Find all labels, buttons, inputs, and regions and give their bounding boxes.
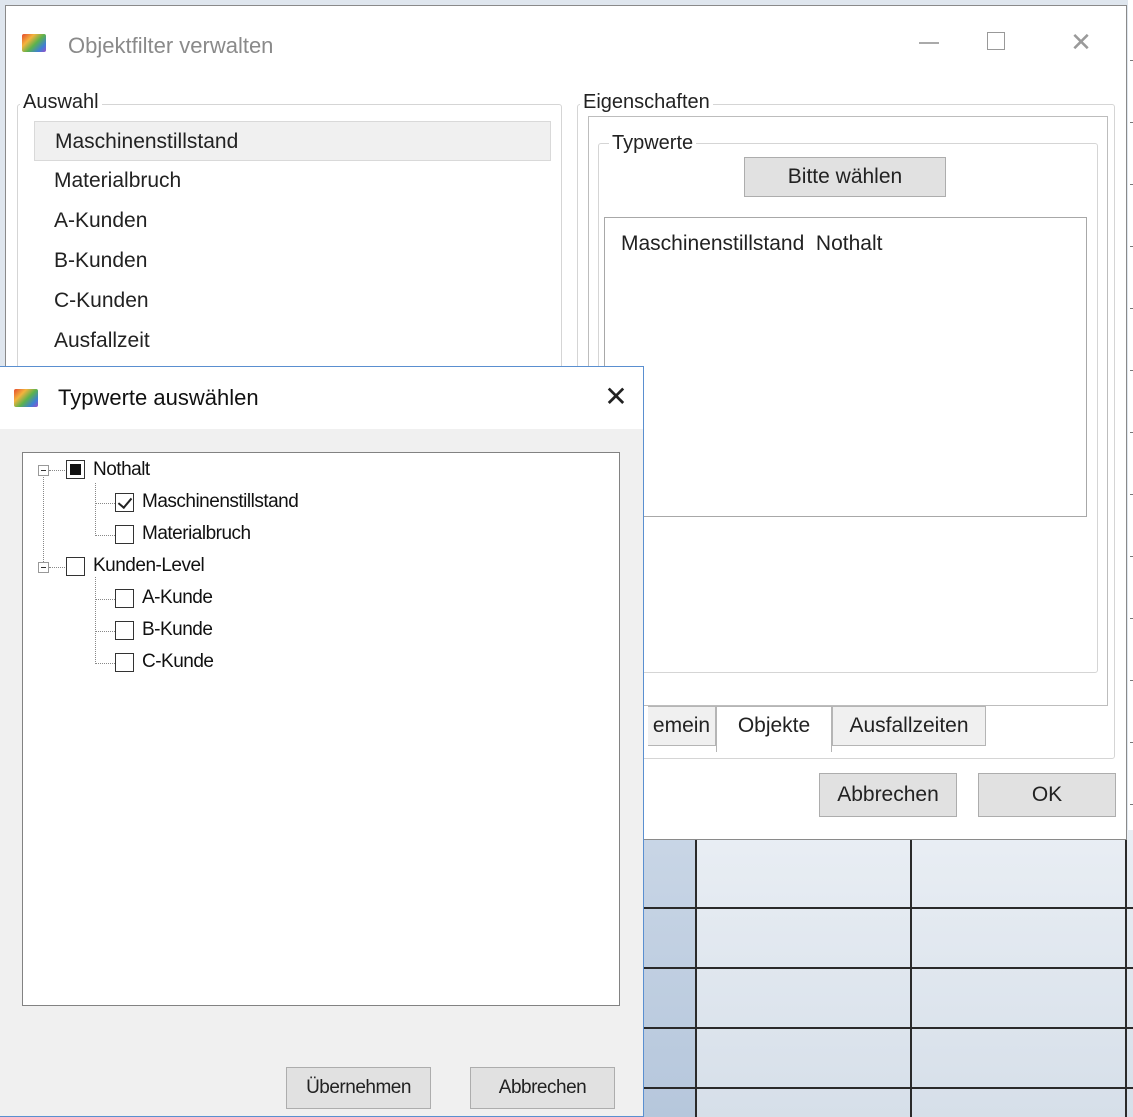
tree-connector (95, 577, 96, 662)
list-item[interactable]: Materialbruch (34, 161, 551, 201)
tree-node-materialbruch[interactable]: Materialbruch (142, 519, 251, 549)
grid-line (910, 830, 912, 1117)
tab-ausfallzeiten[interactable]: Ausfallzeiten (832, 706, 986, 746)
tree-connector (95, 535, 115, 536)
collapse-icon[interactable] (38, 465, 49, 476)
minimize-button[interactable] (904, 22, 954, 62)
ok-button[interactable]: OK (978, 773, 1116, 817)
typwerte-tree[interactable]: Nothalt Maschinenstillstand Materialbruc… (22, 452, 620, 1006)
tree-node-a-kunde[interactable]: A-Kunde (142, 583, 213, 613)
c-kunde-checkbox[interactable] (115, 653, 134, 672)
app-icon (22, 34, 46, 52)
materialbruch-checkbox[interactable] (115, 525, 134, 544)
grid-line (640, 907, 1133, 909)
tree-node-c-kunde[interactable]: C-Kunde (142, 647, 214, 677)
list-item[interactable]: B-Kunden (34, 241, 551, 281)
background-spreadsheet (640, 830, 1133, 1117)
cancel-button[interactable]: Abbrechen (819, 773, 957, 817)
maschinenstillstand-checkbox[interactable] (115, 493, 134, 512)
tree-connector (49, 470, 65, 471)
tree-connector (95, 663, 115, 664)
tree-node-b-kunde[interactable]: B-Kunde (142, 615, 213, 645)
tree-connector (49, 567, 65, 568)
choose-typwerte-button[interactable]: Bitte wählen (744, 157, 946, 197)
grid-line (640, 1027, 1133, 1029)
nothalt-checkbox[interactable] (66, 460, 85, 479)
background-cell-strip (640, 830, 695, 1117)
close-button[interactable]: ✕ (1056, 22, 1106, 62)
apply-button[interactable]: Übernehmen (286, 1067, 431, 1109)
tree-connector (95, 503, 115, 504)
grid-line (640, 967, 1133, 969)
grid-line (1125, 830, 1127, 1117)
tree-node-kunden-level[interactable]: Kunden-Level (93, 551, 205, 581)
tree-node-nothalt[interactable]: Nothalt (93, 455, 150, 485)
grid-line (640, 1087, 1133, 1089)
maximize-icon (987, 32, 1005, 50)
b-kunde-checkbox[interactable] (115, 621, 134, 640)
tab-objekte[interactable]: Objekte (716, 706, 832, 752)
dialog-cancel-button[interactable]: Abbrechen (470, 1067, 615, 1109)
kunden-level-checkbox[interactable] (66, 557, 85, 576)
grid-line (695, 830, 697, 1117)
tab-allgemein[interactable]: emein (648, 706, 716, 746)
list-item[interactable]: C-Kunden (34, 281, 551, 321)
window-title: Objektfilter verwalten (68, 33, 274, 58)
typwerte-dialog: Typwerte auswählen ✕ Nothalt Maschinenst… (0, 366, 644, 1117)
maximize-button[interactable] (972, 22, 1022, 62)
typwerte-value-box: Maschinenstillstand Nothalt (604, 217, 1087, 517)
minimize-icon (919, 42, 939, 44)
background-edge (1128, 0, 1133, 830)
tree-connector (95, 631, 115, 632)
list-item[interactable]: A-Kunden (34, 201, 551, 241)
tree-connector (43, 477, 44, 568)
dialog-close-button[interactable]: ✕ (596, 377, 636, 417)
dialog-title-bar: Typwerte auswählen ✕ (0, 367, 643, 429)
dialog-title: Typwerte auswählen (58, 385, 259, 410)
close-icon: ✕ (1070, 27, 1092, 57)
eigenschaften-legend: Eigenschaften (580, 91, 713, 114)
list-item[interactable]: Ausfallzeit (34, 321, 551, 361)
tree-node-maschinenstillstand[interactable]: Maschinenstillstand (142, 487, 299, 517)
tree-connector (95, 599, 115, 600)
typwerte-value: Maschinenstillstand Nothalt (621, 232, 883, 255)
app-icon (14, 389, 38, 407)
list-item[interactable]: Maschinenstillstand (34, 121, 551, 161)
a-kunde-checkbox[interactable] (115, 589, 134, 608)
title-bar: Objektfilter verwalten ✕ (6, 6, 1126, 76)
auswahl-legend: Auswahl (20, 91, 102, 114)
tree-connector (95, 483, 96, 536)
close-icon: ✕ (604, 381, 628, 412)
collapse-icon[interactable] (38, 562, 49, 573)
typwerte-legend: Typwerte (609, 132, 697, 155)
